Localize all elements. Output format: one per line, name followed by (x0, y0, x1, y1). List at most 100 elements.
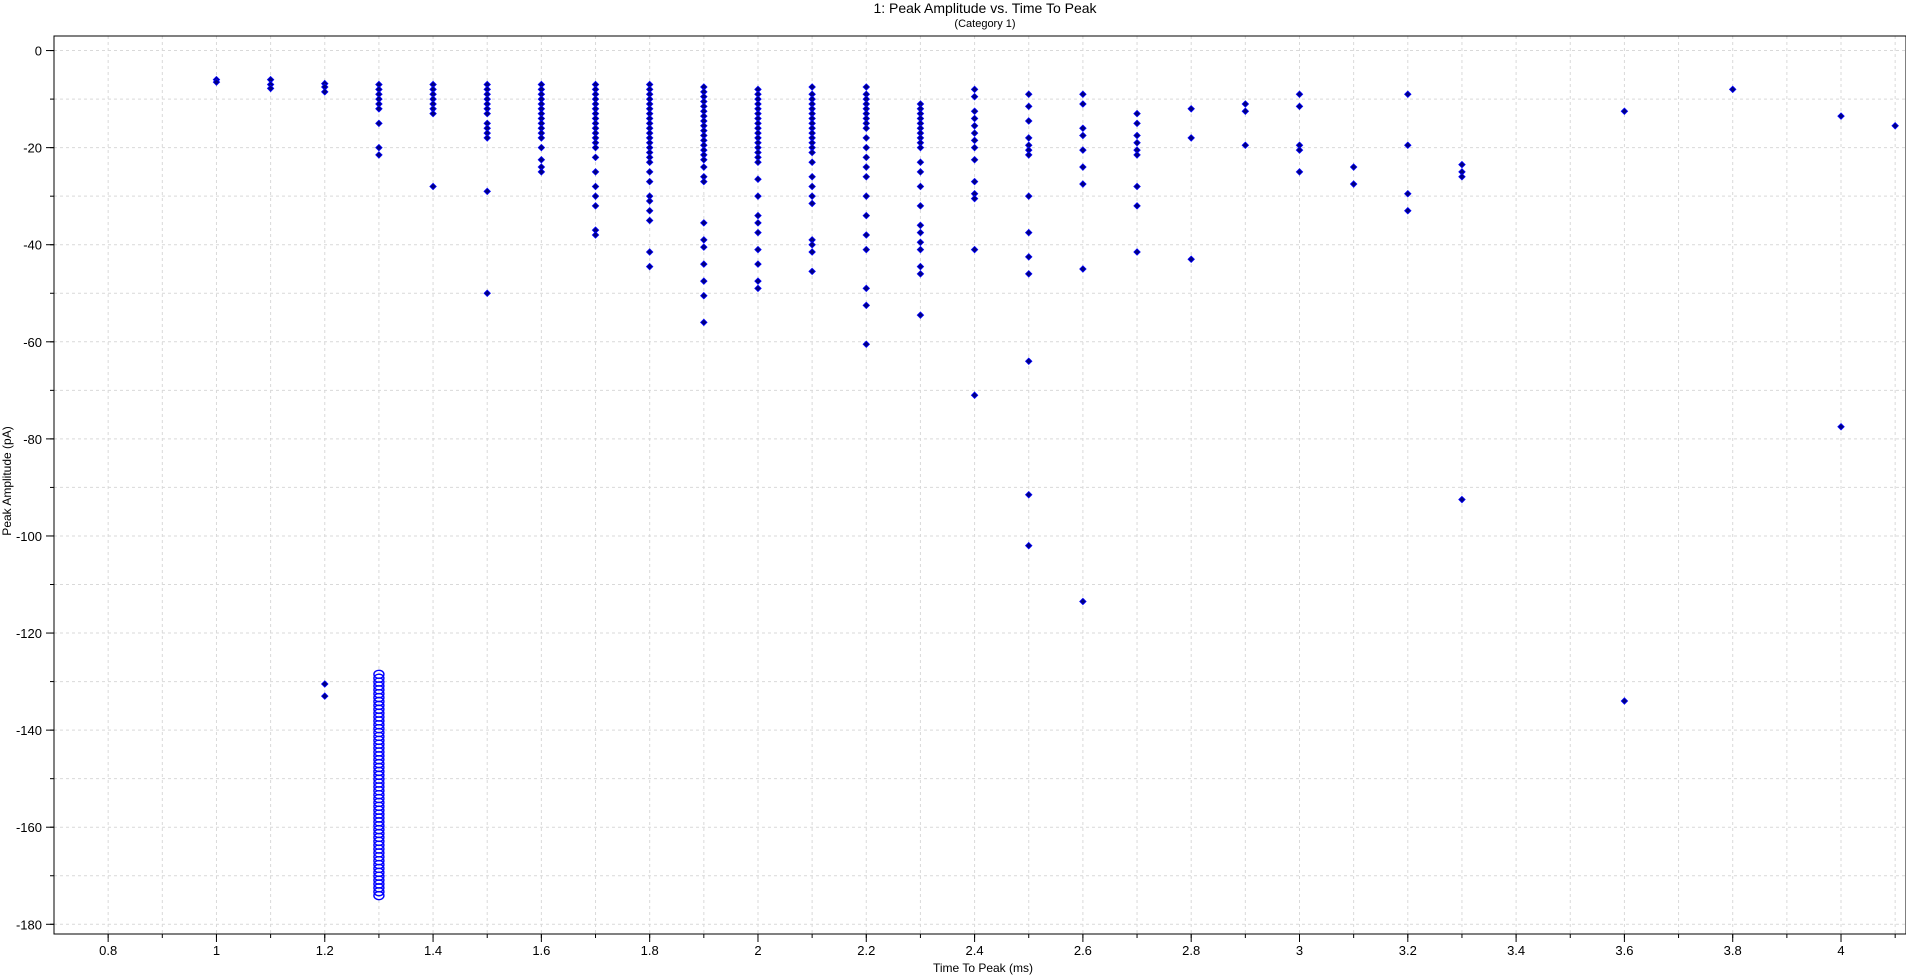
data-point (591, 153, 600, 162)
y-tick-label: -180 (16, 917, 42, 932)
data-point (754, 228, 762, 237)
data-point (808, 148, 816, 157)
x-tick-label: 1.8 (641, 943, 659, 958)
y-tick-label: 0 (35, 44, 42, 59)
data-point (916, 245, 925, 254)
data-point (862, 124, 871, 132)
y-tick-label: -20 (23, 141, 42, 156)
data-point (1079, 124, 1087, 132)
data-point (1133, 131, 1141, 140)
data-point (970, 122, 979, 130)
data-point (808, 248, 816, 256)
data-point (591, 182, 600, 191)
data-point (1728, 85, 1737, 94)
data-point (970, 136, 979, 145)
data-point (1837, 422, 1845, 431)
data-point (808, 199, 816, 208)
x-tick-label: 2.6 (1074, 943, 1092, 958)
x-tick-label: 2.8 (1182, 943, 1200, 958)
data-point (537, 143, 546, 152)
data-point (1024, 270, 1033, 278)
x-tick-label: 1 (213, 943, 220, 958)
x-tick-label: 3.8 (1724, 943, 1742, 958)
data-point (700, 163, 708, 171)
data-point (916, 182, 925, 191)
data-point (645, 197, 654, 205)
data-point (645, 216, 654, 225)
data-point (916, 143, 925, 152)
data-point (1620, 697, 1629, 705)
data-point (645, 206, 654, 215)
data-point (862, 163, 871, 171)
data-point (320, 680, 329, 688)
data-point (754, 260, 762, 268)
x-tick-label: 3.6 (1615, 943, 1633, 958)
data-point (862, 301, 871, 310)
data-point (700, 177, 708, 186)
data-point (1187, 134, 1195, 142)
data-point (375, 151, 383, 159)
data-point (1458, 495, 1466, 504)
data-point (429, 109, 437, 118)
plot-area (53, 35, 1906, 935)
data-point (1133, 119, 1141, 128)
data-point (916, 158, 925, 166)
x-tick-label: 3.4 (1507, 943, 1525, 958)
data-point (916, 202, 925, 210)
data-point (754, 192, 762, 200)
data-point (754, 158, 762, 166)
data-point (754, 211, 762, 220)
data-point (1079, 180, 1087, 188)
data-point (862, 211, 871, 220)
y-tick-label: -140 (16, 723, 42, 738)
data-point (970, 156, 979, 164)
data-point (645, 158, 654, 166)
data-point (1079, 265, 1087, 273)
data-point (1241, 107, 1250, 116)
data-point (916, 270, 925, 278)
data-point (754, 284, 762, 293)
scatter-chart: 0.8 1 1.2 1.4 1.6 1.8 2 2.2 2.4 2.6 2.8 3 3.2 3.4 3.6 3… (0, 0, 1906, 975)
data-point (429, 182, 437, 191)
data-point (862, 134, 871, 142)
data-point (916, 228, 925, 237)
data-point (1620, 107, 1629, 116)
chart-subtitle: (Category 1) (954, 18, 1015, 30)
data-point (862, 192, 871, 200)
data-point (1458, 173, 1466, 181)
data-point (862, 83, 871, 91)
data-point (320, 692, 329, 700)
data-point (700, 291, 708, 300)
data-point (862, 153, 871, 162)
data-point (1024, 357, 1033, 365)
data-point (916, 221, 925, 230)
y-tick-label: -60 (23, 335, 42, 350)
data-point (808, 267, 816, 276)
data-point (1133, 139, 1141, 147)
y-tick-label: -80 (23, 432, 42, 447)
y-tick-label: -40 (23, 238, 42, 253)
data-point (916, 168, 925, 176)
data-point (808, 173, 816, 181)
data-point (266, 84, 275, 93)
data-point (808, 83, 816, 91)
data-point (808, 182, 816, 191)
x-tick-label: 3.2 (1399, 943, 1417, 958)
data-point (862, 173, 871, 181)
data-point (700, 236, 708, 244)
data-point (483, 109, 491, 118)
data-point (970, 107, 979, 116)
data-point (1295, 168, 1304, 176)
data-point (1079, 597, 1087, 606)
data-point (1295, 90, 1304, 99)
data-point (1024, 490, 1033, 499)
data-point (375, 105, 383, 113)
data-point (808, 240, 816, 249)
data-point (1349, 163, 1358, 171)
data-point (700, 260, 708, 268)
x-tick-label: 0.8 (99, 943, 117, 958)
data-point (754, 245, 762, 254)
data-point (808, 192, 816, 200)
data-point (1079, 90, 1087, 99)
data-point (754, 175, 762, 183)
